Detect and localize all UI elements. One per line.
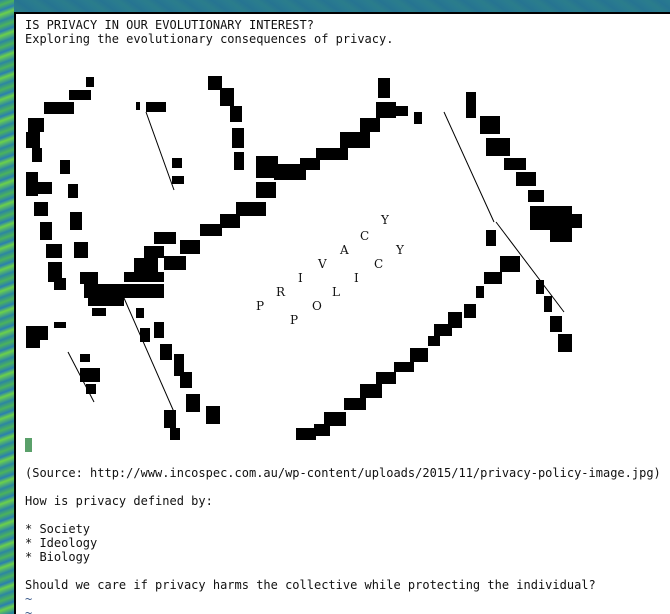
terminal-window[interactable]: IS PRIVACY IN OUR EVOLUTIONARY INTEREST?…	[14, 12, 670, 614]
letter-c-2: C	[374, 257, 383, 271]
empty-line-tilde-2: ~	[25, 606, 33, 614]
letter-v: V	[317, 257, 327, 271]
letter-y-1: Y	[380, 213, 390, 227]
right-loop-strokes	[296, 92, 582, 440]
document-subtitle: Exploring the evolutionary consequences …	[25, 32, 394, 46]
letter-p-2: P	[290, 313, 298, 327]
center-bridge-strokes	[164, 76, 422, 270]
letter-l: L	[332, 285, 340, 299]
privacy-ascii-art-image: Y C A Y V C I I R L P O P	[26, 76, 582, 440]
left-loop-strokes	[26, 77, 220, 440]
letter-y-2: Y	[395, 243, 405, 257]
letter-p-1: P	[256, 299, 264, 313]
letter-r: R	[276, 285, 286, 299]
empty-line-tilde-1: ~	[25, 592, 33, 606]
source-line: (Source: http://www.incospec.com.au/wp-c…	[25, 466, 661, 480]
letter-o: O	[312, 299, 322, 313]
letter-i-2: I	[354, 271, 359, 285]
closing-question: Should we care if privacy harms the coll…	[25, 578, 596, 592]
letter-i-1: I	[298, 271, 303, 285]
bullet-biology: * Biology	[25, 550, 91, 564]
bullet-ideology: * Ideology	[25, 536, 98, 550]
letter-c-1: C	[360, 229, 369, 243]
desktop-background	[0, 0, 14, 614]
letter-a: A	[339, 243, 349, 257]
scattered-privacy-letters: Y C A Y V C I I R L P O P	[256, 213, 405, 327]
question-intro: How is privacy defined by:	[25, 494, 213, 508]
document-title: IS PRIVACY IN OUR EVOLUTIONARY INTEREST?	[25, 18, 314, 32]
bullet-society: * Society	[25, 522, 91, 536]
text-cursor	[25, 438, 32, 452]
